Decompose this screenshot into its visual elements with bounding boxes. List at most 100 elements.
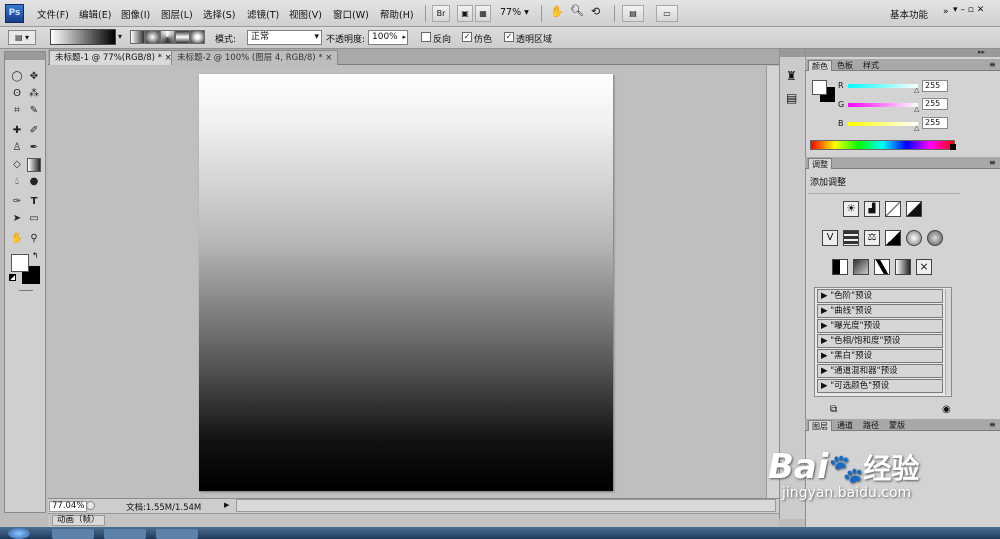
reflected-gradient-button[interactable] [175, 30, 190, 44]
brightness-contrast-icon[interactable]: ☀ [843, 201, 859, 217]
menu-window[interactable]: 窗口(W) [333, 7, 369, 21]
diamond-gradient-button[interactable] [190, 30, 205, 44]
angle-gradient-button[interactable] [160, 30, 175, 44]
lasso-icon[interactable]: ʘ [10, 87, 24, 101]
brush-icon[interactable]: ✐ [27, 124, 41, 138]
visibility-toggle-icon[interactable]: ◉ [942, 404, 951, 415]
zoom-level-field[interactable]: 77.04% [49, 501, 88, 512]
slider-thumb-icon[interactable]: △ [914, 105, 919, 113]
preset-hue-saturation[interactable]: ▶ "色相/饱和度"预设 [817, 334, 943, 348]
gradient-tool-icon[interactable] [27, 158, 41, 172]
foreground-color-swatch[interactable] [812, 80, 827, 95]
exposure-icon[interactable] [906, 201, 922, 217]
swap-colors-icon[interactable]: ↰ [32, 251, 39, 260]
clone-stamp-icon[interactable]: ♙ [10, 141, 24, 155]
tab-masks[interactable]: 蒙版 [886, 420, 908, 431]
zoom-icon[interactable]: ⚲ [27, 232, 41, 246]
red-slider[interactable] [848, 84, 918, 88]
menu-edit[interactable]: 编辑(E) [79, 7, 111, 21]
screen-mode-button[interactable]: ▭ [656, 5, 678, 22]
rotate-view-icon[interactable]: ⟲ [591, 5, 600, 18]
channel-mixer-icon[interactable] [927, 230, 943, 246]
panel-menu-icon[interactable]: ≡ [989, 158, 996, 167]
quick-mask-icon[interactable] [19, 290, 33, 292]
taskbar-item[interactable] [52, 529, 94, 539]
menu-select[interactable]: 选择(S) [203, 7, 235, 21]
chevron-double-icon[interactable]: » [943, 7, 949, 17]
preset-selective-color[interactable]: ▶ "可选颜色"预设 [817, 379, 943, 393]
move-tool-icon[interactable]: ✥ [27, 70, 41, 84]
rectangle-shape-icon[interactable]: ▭ [27, 212, 41, 226]
menu-help[interactable]: 帮助(H) [380, 7, 414, 21]
photo-filter-icon[interactable] [906, 230, 922, 246]
menu-view[interactable]: 视图(V) [289, 7, 322, 21]
spectrum-black-swatch[interactable] [950, 144, 956, 150]
blue-value-input[interactable]: 255 [922, 117, 948, 129]
crop-icon[interactable]: ⌗ [10, 104, 24, 118]
dither-checkbox[interactable]: ✓ [462, 32, 472, 42]
chevron-down-icon[interactable]: ▾ [118, 32, 122, 41]
menu-file[interactable]: 文件(F) [37, 7, 69, 21]
tool-preset-picker[interactable]: ▤ ▾ [8, 30, 36, 45]
tab-paths[interactable]: 路径 [860, 420, 882, 431]
presets-scrollbar[interactable] [945, 289, 951, 395]
history-icon[interactable]: ♜ [786, 69, 797, 83]
green-value-input[interactable]: 255 [922, 98, 948, 110]
vertical-scrollbar[interactable] [766, 66, 779, 498]
history-brush-icon[interactable]: ✒ [27, 141, 41, 155]
tab-styles[interactable]: 样式 [860, 60, 882, 71]
taskbar-item[interactable] [156, 529, 198, 539]
tab-document-2[interactable]: 未标题-2 @ 100% (图层 4, RGB/8) * × [171, 50, 339, 65]
preset-exposure[interactable]: ▶ "曝光度"预设 [817, 319, 943, 333]
opacity-input[interactable]: 100% ▸ [368, 30, 408, 45]
levels-icon[interactable]: ▟ [864, 201, 880, 217]
foreground-color-swatch[interactable] [11, 254, 29, 272]
black-white-icon[interactable] [885, 230, 901, 246]
slider-thumb-icon[interactable]: △ [914, 86, 919, 94]
arrange-documents-button[interactable]: ▤ [622, 5, 644, 22]
hue-saturation-icon[interactable] [843, 230, 859, 246]
animation-tab[interactable]: 动画（帧） [52, 515, 105, 526]
status-menu-arrow-icon[interactable]: ▶ [224, 501, 229, 509]
tab-color[interactable]: 颜色 [808, 60, 832, 71]
preset-levels[interactable]: ▶ "色阶"预设 [817, 289, 943, 303]
horizontal-scrollbar[interactable] [236, 499, 776, 512]
blue-slider[interactable] [848, 122, 918, 126]
tab-adjustments[interactable]: 调整 [808, 158, 832, 169]
panel-menu-icon[interactable]: ≡ [989, 60, 996, 69]
gradient-map-icon[interactable] [895, 259, 911, 275]
green-slider[interactable] [848, 103, 918, 107]
transparency-checkbox[interactable]: ✓ [504, 32, 514, 42]
vibrance-icon[interactable]: V [822, 230, 838, 246]
red-value-input[interactable]: 255 [922, 80, 948, 92]
elliptical-marquee-icon[interactable]: ◯ [10, 70, 24, 84]
color-balance-icon[interactable]: ⚖ [864, 230, 880, 246]
preset-black-white[interactable]: ▶ "黑白"预设 [817, 349, 943, 363]
toolbox-header[interactable] [5, 52, 45, 60]
hand-icon[interactable]: ✋ [10, 232, 24, 246]
dodge-icon[interactable]: ● [27, 175, 41, 189]
tab-layers[interactable]: 图层 [808, 420, 832, 431]
healing-brush-icon[interactable]: ✚ [10, 124, 24, 138]
type-icon[interactable]: T [27, 195, 41, 209]
reverse-checkbox[interactable] [421, 32, 431, 42]
zoom-dropdown[interactable]: 77% ▾ [500, 7, 529, 18]
bridge-button[interactable]: Br [432, 5, 450, 22]
selective-color-icon[interactable]: ⨯ [916, 259, 932, 275]
path-selection-icon[interactable]: ➤ [10, 212, 24, 226]
hand-icon[interactable]: ✋ [550, 5, 564, 18]
window-controls[interactable]: ▾ – ▫ ✕ [953, 5, 984, 15]
zoom-icon[interactable]: 🔍︎ [570, 4, 584, 17]
posterize-icon[interactable] [853, 259, 869, 275]
eraser-icon[interactable]: ◇ [10, 158, 24, 172]
mini-bridge-button[interactable]: ▣ [457, 5, 473, 22]
mode-select[interactable]: 正常 ▾ [247, 30, 322, 45]
panel-menu-icon[interactable]: ≡ [989, 420, 996, 429]
collapse-panels-icon[interactable]: ▸▸ [978, 48, 985, 56]
panels-header[interactable] [806, 49, 1000, 57]
magic-wand-icon[interactable]: ⁂ [27, 87, 41, 101]
curves-icon[interactable] [885, 201, 901, 217]
clip-to-layer-icon[interactable]: ⧉ [830, 404, 837, 415]
extras-button[interactable]: ▦ [475, 5, 491, 22]
gradient-picker[interactable] [50, 29, 116, 45]
